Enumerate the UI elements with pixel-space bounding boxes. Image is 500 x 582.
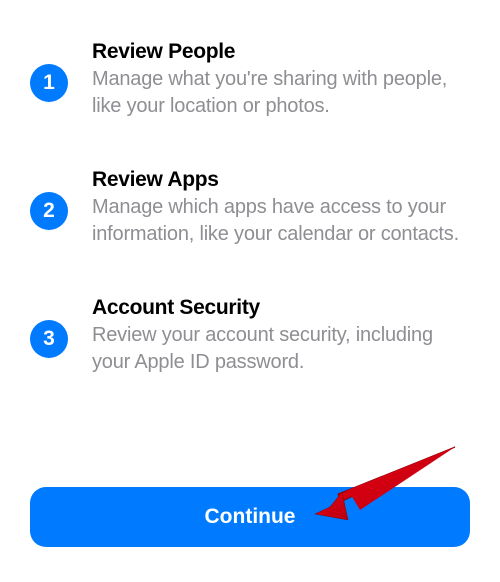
- step-number-badge: 3: [30, 320, 68, 358]
- step-description: Manage which apps have access to your in…: [92, 194, 470, 248]
- step-title: Account Security: [92, 296, 470, 320]
- step-title: Review People: [92, 40, 470, 64]
- step-content: Review Apps Manage which apps have acces…: [92, 168, 470, 248]
- continue-button[interactable]: Continue: [30, 487, 470, 547]
- step-title: Review Apps: [92, 168, 470, 192]
- step-description: Manage what you're sharing with people, …: [92, 66, 470, 120]
- step-item: 2 Review Apps Manage which apps have acc…: [30, 168, 470, 248]
- step-number-badge: 1: [30, 64, 68, 102]
- step-item: 3 Account Security Review your account s…: [30, 296, 470, 376]
- step-number-badge: 2: [30, 192, 68, 230]
- step-content: Review People Manage what you're sharing…: [92, 40, 470, 120]
- step-item: 1 Review People Manage what you're shari…: [30, 40, 470, 120]
- step-content: Account Security Review your account sec…: [92, 296, 470, 376]
- step-description: Review your account security, including …: [92, 322, 470, 376]
- steps-list: 1 Review People Manage what you're shari…: [30, 40, 470, 376]
